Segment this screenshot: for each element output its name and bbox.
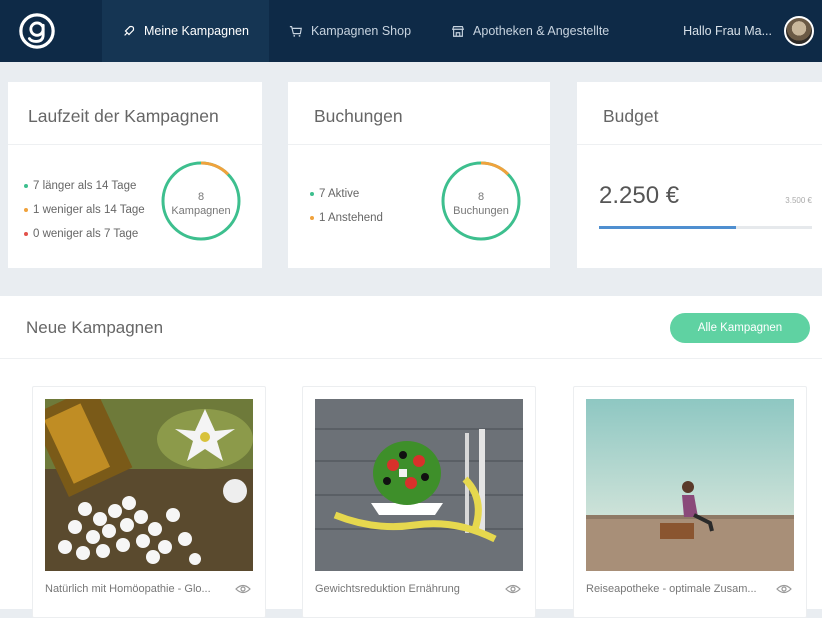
green-dot-icon	[310, 192, 314, 196]
kampagne-card-reiseapotheke[interactable]: Reiseapotheke - optimale Zusam...	[573, 386, 807, 618]
rocket-icon	[124, 25, 135, 36]
kampagne-label: Reiseapotheke - optimale Zusam...	[586, 583, 757, 595]
legend-text: 1 weniger als 14 Tage	[33, 204, 145, 216]
budget-value: 2.250 €	[599, 182, 680, 209]
budget-max: 3.500 €	[785, 196, 812, 205]
legend-text: 1 Anstehend	[319, 212, 383, 224]
budget-progress-bar	[599, 226, 812, 229]
legend-text: 7 länger als 14 Tage	[33, 180, 137, 192]
user-avatar[interactable]	[784, 16, 814, 46]
ring-caption: Buchungen	[453, 205, 509, 217]
legend-item: 1 weniger als 14 Tage	[24, 198, 145, 222]
budget-progress-fill	[599, 226, 736, 229]
kampagne-image-reiseapotheke[interactable]	[586, 399, 794, 571]
nav-meine-kampagnen[interactable]: Meine Kampagnen	[102, 0, 269, 62]
store-icon	[451, 26, 465, 37]
section-title: Neue Kampagnen	[26, 318, 164, 337]
divider	[0, 358, 822, 359]
divider	[8, 144, 262, 145]
top-navigation-bar: Meine Kampagnen Kampagnen Shop Apotheken…	[0, 0, 822, 62]
kampagne-image-gewichtsreduktion[interactable]	[315, 399, 523, 571]
alle-kampagnen-button[interactable]: Alle Kampagnen	[670, 313, 810, 343]
card-title: Laufzeit der Kampagnen	[28, 106, 219, 126]
buchungen-ring: 8 Buchungen	[440, 160, 522, 242]
ring-count: 8	[197, 191, 205, 203]
divider	[577, 144, 822, 145]
legend-item: 7 länger als 14 Tage	[24, 174, 145, 198]
orange-dot-icon	[310, 216, 314, 220]
laufzeit-legend: 7 länger als 14 Tage 1 weniger als 14 Ta…	[24, 174, 145, 246]
budget-card: Budget 2.250 € 3.500 €	[577, 82, 822, 268]
buchungen-legend: 7 Aktive 1 Anstehend	[310, 182, 383, 230]
nav-label: Meine Kampagnen	[144, 24, 249, 38]
green-dot-icon	[24, 184, 28, 188]
eye-icon[interactable]	[505, 583, 521, 595]
ring-count: 8	[477, 191, 485, 203]
card-title: Buchungen	[314, 106, 403, 126]
kampagne-image-homoeopathie[interactable]	[45, 399, 253, 571]
legend-item: 0 weniger als 7 Tage	[24, 222, 145, 246]
nav-apotheken-angestellte[interactable]: Apotheken & Angestellte	[431, 0, 629, 62]
user-greeting[interactable]: Hallo Frau Ma...	[683, 24, 772, 38]
eye-icon[interactable]	[235, 583, 251, 595]
kampagne-label: Natürlich mit Homöopathie - Glo...	[45, 583, 211, 595]
nav-label: Kampagnen Shop	[310, 24, 412, 38]
kampagne-card-homoeopathie[interactable]: Natürlich mit Homöopathie - Glo...	[32, 386, 266, 618]
nav-kampagnen-shop[interactable]: Kampagnen Shop	[269, 0, 431, 62]
at-logo-icon[interactable]	[18, 12, 56, 50]
kampagnen-ring: 8 Kampagnen	[160, 160, 242, 242]
neue-kampagnen-section: Neue Kampagnen Alle Kampagnen Natürlich …	[0, 296, 822, 618]
eye-icon[interactable]	[776, 583, 792, 595]
legend-item: 1 Anstehend	[310, 206, 383, 230]
divider	[288, 144, 550, 145]
legend-item: 7 Aktive	[310, 182, 383, 206]
card-title: Budget	[603, 106, 659, 126]
nav-label: Apotheken & Angestellte	[473, 24, 610, 38]
ring-caption: Kampagnen	[171, 205, 231, 217]
legend-text: 0 weniger als 7 Tage	[33, 228, 139, 240]
main-nav: Meine Kampagnen Kampagnen Shop Apotheken…	[102, 0, 629, 62]
ring-label: 8 Buchungen	[440, 190, 522, 218]
cart-icon	[289, 26, 302, 37]
kampagne-label: Gewichtsreduktion Ernährung	[315, 583, 460, 595]
ring-label: 8 Kampagnen	[160, 190, 242, 218]
legend-text: 7 Aktive	[319, 188, 360, 200]
laufzeit-card: Laufzeit der Kampagnen 7 länger als 14 T…	[8, 82, 262, 268]
kampagne-card-gewichtsreduktion[interactable]: Gewichtsreduktion Ernährung	[302, 386, 536, 618]
orange-dot-icon	[24, 208, 28, 212]
red-dot-icon	[24, 232, 28, 236]
buchungen-card: Buchungen 7 Aktive 1 Anstehend 8 Buchung…	[288, 82, 550, 268]
